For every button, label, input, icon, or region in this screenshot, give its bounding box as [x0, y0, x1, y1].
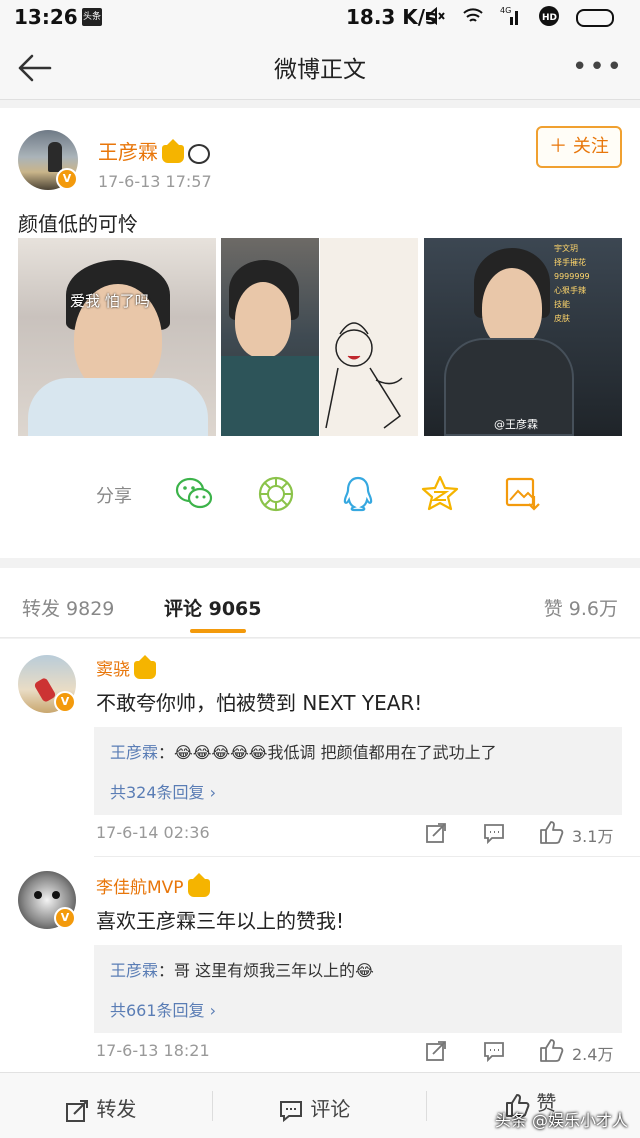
- qzone-icon[interactable]: [420, 474, 460, 514]
- comment-icon[interactable]: [482, 821, 506, 845]
- status-icons: 4G HD: [424, 5, 614, 32]
- reply-text: ：😂😂😂😂😂我低调 把颜值都用在了武功上了: [158, 743, 497, 762]
- like-icon[interactable]: [538, 819, 564, 844]
- view-replies-link[interactable]: 共324条回复 ›: [110, 779, 216, 803]
- post-image-2[interactable]: [221, 238, 319, 436]
- wechat-icon[interactable]: [174, 474, 214, 514]
- watermark: 头条 @娱乐小才人: [494, 1111, 628, 1130]
- separator: [212, 1091, 213, 1121]
- repost-icon[interactable]: [424, 821, 448, 845]
- signal-icon: 4G: [500, 5, 522, 32]
- crown-icon: [134, 655, 156, 679]
- view-replies-link[interactable]: 共661条回复 ›: [110, 997, 216, 1021]
- post-time: 17-6-13 17:57: [98, 172, 212, 191]
- commenter-name[interactable]: 窦骁: [96, 655, 156, 680]
- wifi-icon: [462, 5, 484, 32]
- page-title: 微博正文: [274, 57, 366, 83]
- commenter-name-text: 李佳航MVP: [96, 878, 184, 898]
- bottom-action-bar: 转发 评论 赞 头条 @娱乐小才人: [0, 1072, 640, 1138]
- author-name-text: 王彦霖: [98, 140, 158, 164]
- like-icon[interactable]: [538, 1037, 564, 1062]
- comment-tabs: 转发 9829 评论 9065 赞 9.6万: [0, 568, 640, 638]
- game-hud: 宇文玥 择手摧花 9999999 心狠手辣 技能 皮肤: [554, 242, 616, 326]
- battery-icon: [576, 9, 614, 27]
- follow-label: 关注: [572, 136, 609, 157]
- commenter-name-text: 窦骁: [96, 660, 130, 680]
- reply-preview[interactable]: 王彦霖：哥 这里有烦我三年以上的😂 共661条回复 ›: [94, 945, 622, 1033]
- repost-icon[interactable]: [424, 1039, 448, 1063]
- tab-repost[interactable]: 转发 9829: [22, 594, 114, 621]
- separator: [426, 1091, 427, 1121]
- comment-icon: [280, 1100, 302, 1122]
- comment-label: 评论: [310, 1097, 351, 1121]
- post-image-1[interactable]: 爱我 怕了吗: [18, 238, 216, 436]
- post-text: 颜值低的可怜: [18, 212, 138, 236]
- author-name[interactable]: 王彦霖: [98, 136, 210, 165]
- nav-bar: 微博正文 •••: [0, 34, 640, 100]
- reply-text: ：哥 这里有烦我三年以上的😂: [158, 961, 374, 980]
- tab-likes[interactable]: 赞 9.6万: [544, 594, 618, 621]
- tab-comment[interactable]: 评论 9065: [164, 594, 262, 621]
- post-image-3[interactable]: [320, 238, 418, 436]
- comment-body: 不敢夸你帅，怕被赞到 NEXT YEAR!: [96, 691, 423, 715]
- qq-icon[interactable]: [338, 474, 378, 514]
- hud-line: 9999999: [554, 272, 590, 281]
- crown-icon: [187, 873, 210, 897]
- share-bar: 分享: [0, 460, 640, 520]
- verified-icon: V: [56, 168, 78, 190]
- save-image-icon[interactable]: [502, 474, 542, 514]
- moments-icon[interactable]: [256, 474, 296, 514]
- comment-list: V 窦骁 不敢夸你帅，怕被赞到 NEXT YEAR! 王彦霖：😂😂😂😂😂我低调 …: [0, 639, 640, 1072]
- follow-button[interactable]: ＋ 关注: [536, 126, 622, 168]
- more-dots-icon[interactable]: •••: [572, 52, 624, 82]
- comment-button[interactable]: 评论: [278, 1093, 350, 1124]
- crown-icon: [162, 138, 184, 163]
- hd-label: HD: [542, 13, 557, 23]
- repost-icon: [66, 1099, 88, 1122]
- comment-date: 17-6-14 02:36: [96, 823, 210, 842]
- comment-date: 17-6-13 18:21: [96, 1041, 210, 1060]
- like-count: 2.4万: [572, 1045, 614, 1064]
- reply-author[interactable]: 王彦霖: [110, 961, 158, 980]
- status-time: 13:26: [14, 5, 78, 29]
- panda-icon: [188, 143, 210, 164]
- hud-line: 择手摧花: [554, 258, 586, 267]
- comment-body: 喜欢王彦霖三年以上的赞我!: [96, 909, 345, 933]
- weibo-post: V 王彦霖 17-6-13 17:57 ＋ 关注 颜值低的可怜 爱我 怕了吗 宇…: [0, 108, 640, 558]
- like-count: 3.1万: [572, 827, 614, 846]
- signal-label: 4G: [500, 6, 511, 15]
- hud-line: 宇文玥: [554, 244, 578, 253]
- share-label: 分享: [96, 486, 132, 507]
- commenter-name[interactable]: 李佳航MVP: [96, 873, 210, 898]
- hud-line: 心狠手辣: [554, 286, 586, 295]
- repost-label: 转发: [96, 1097, 137, 1121]
- active-tab-indicator: [190, 629, 246, 633]
- hd-icon: HD: [538, 5, 560, 32]
- hud-line: 皮肤: [554, 314, 570, 323]
- news-badge: 头条: [82, 8, 102, 26]
- repost-button[interactable]: 转发: [64, 1093, 136, 1124]
- image-watermark: @王彦霖: [494, 418, 538, 431]
- reply-preview[interactable]: 王彦霖：😂😂😂😂😂我低调 把颜值都用在了武功上了 共324条回复 ›: [94, 727, 622, 815]
- comment-item: V 窦骁 不敢夸你帅，怕被赞到 NEXT YEAR! 王彦霖：😂😂😂😂😂我低调 …: [0, 639, 640, 857]
- plus-icon: ＋: [549, 136, 568, 157]
- post-image-4[interactable]: 宇文玥 择手摧花 9999999 心狠手辣 技能 皮肤 @王彦霖: [424, 238, 622, 436]
- mute-icon: [424, 5, 446, 32]
- verified-icon: V: [54, 907, 76, 929]
- image-caption: 爱我 怕了吗: [70, 292, 150, 310]
- reply-line: 王彦霖：😂😂😂😂😂我低调 把颜值都用在了武功上了: [110, 739, 497, 763]
- comment-icon[interactable]: [482, 1039, 506, 1063]
- status-bar: 13:26 头条 18.3 K/s 4G HD: [0, 0, 640, 34]
- reply-line: 王彦霖：哥 这里有烦我三年以上的😂: [110, 957, 374, 981]
- comment-item: V 李佳航MVP 喜欢王彦霖三年以上的赞我! 王彦霖：哥 这里有烦我三年以上的😂…: [0, 857, 640, 1072]
- reply-author[interactable]: 王彦霖: [110, 743, 158, 762]
- hud-line: 技能: [554, 300, 570, 309]
- verified-icon: V: [54, 691, 76, 713]
